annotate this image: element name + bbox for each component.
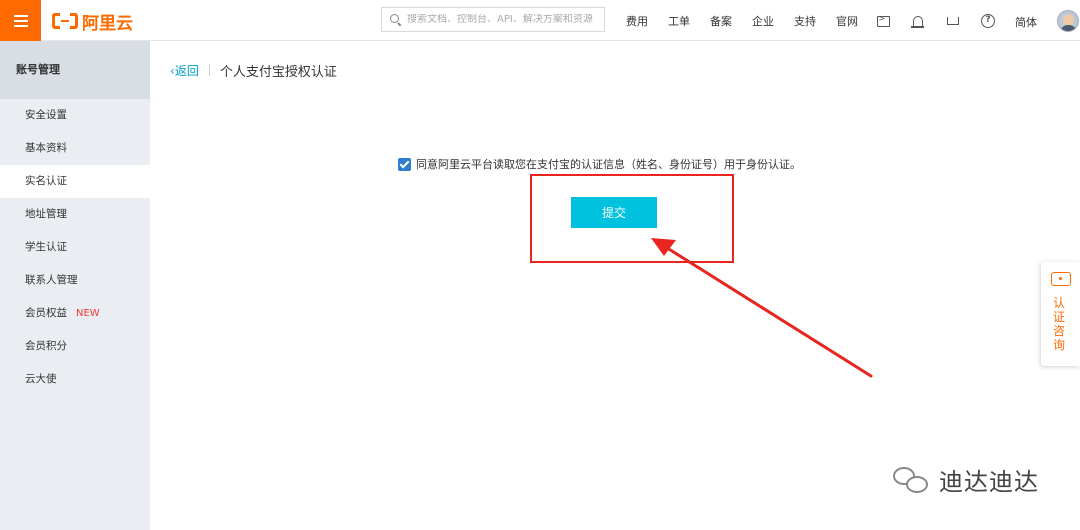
sidebar-item-label: 学生认证 [25,241,67,253]
sidebar-item-label: 会员积分 [25,340,67,352]
sidebar-item-student[interactable]: 学生认证 [0,231,150,264]
nav-tickets[interactable]: 工单 [658,13,700,29]
sidebar-item-label: 云大使 [25,373,57,385]
bell-icon[interactable] [909,12,927,30]
sidebar-item-label: 地址管理 [25,208,67,220]
consult-tab[interactable]: 认证咨询 [1041,262,1080,366]
agree-checkbox[interactable] [398,157,411,171]
sidebar-item-member-points[interactable]: 会员积分 [0,330,150,363]
chat-icon [1051,272,1071,286]
wechat-icon [893,465,931,495]
sidebar-item-security[interactable]: 安全设置 [0,99,150,132]
sidebar-item-member-benefits[interactable]: 会员权益 NEW [0,297,150,330]
nav-official-site[interactable]: 官网 [826,13,868,29]
search-input[interactable] [407,14,597,25]
sidebar-item-real-name[interactable]: 实名认证 [0,165,150,198]
sidebar-item-contacts[interactable]: 联系人管理 [0,264,150,297]
nav-billing[interactable]: 费用 [616,13,658,29]
language-switch[interactable]: 简体 [1015,14,1037,30]
aliyun-logo-icon [52,13,78,29]
cart-icon[interactable] [944,12,962,30]
top-navbar: 阿里云 费用 工单 备案 企业 支持 官网 ? 简体 [0,0,1080,41]
breadcrumb-divider [208,64,210,76]
sidebar-item-basic-info[interactable]: 基本资料 [0,132,150,165]
watermark-text: 迪达迪达 [939,468,1039,496]
page-title: 个人支付宝授权认证 [219,64,337,80]
nav-enterprise[interactable]: 企业 [742,13,784,29]
sidebar-item-label: 安全设置 [25,109,67,121]
search-icon [390,14,401,25]
menu-button[interactable] [0,0,41,41]
submit-button[interactable]: 提交 [571,197,657,228]
search-box[interactable] [381,7,605,32]
wechat-watermark: 迪达迪达 [893,462,1039,497]
hamburger-icon [13,14,28,27]
back-label: 返回 [174,63,199,78]
sidebar-item-address[interactable]: 地址管理 [0,198,150,231]
nav-support[interactable]: 支持 [784,13,826,29]
sidebar-item-cloud-ambassador[interactable]: 云大使 [0,363,150,396]
sidebar: 账号管理 安全设置 基本资料 实名认证 地址管理 学生认证 联系人管理 会员权益… [0,41,150,530]
header-nav: 费用 工单 备案 企业 支持 官网 [616,0,868,41]
back-link[interactable]: ‹返回 [170,62,199,79]
aliyun-logo[interactable]: 阿里云 [52,9,133,34]
nav-icp-filing[interactable]: 备案 [700,13,742,29]
consult-label: 认证咨询 [1053,296,1066,352]
avatar[interactable] [1057,10,1079,32]
agreement-row: 同意阿里云平台读取您在支付宝的认证信息（姓名、身份证号）用于身份认证。 [398,156,801,172]
cloud-shell-icon[interactable] [874,12,892,30]
help-icon[interactable]: ? [979,12,997,30]
annotation-arrow [651,238,873,378]
breadcrumb: ‹返回 个人支付宝授权认证 [170,62,337,80]
sidebar-item-label: 联系人管理 [25,274,78,286]
new-badge: NEW [76,308,100,319]
logo-text: 阿里云 [82,13,133,34]
sidebar-item-label: 会员权益 [25,307,67,319]
agreement-text: 同意阿里云平台读取您在支付宝的认证信息（姓名、身份证号）用于身份认证。 [416,158,801,171]
sidebar-item-label: 实名认证 [25,175,67,187]
sidebar-title: 账号管理 [0,41,150,99]
sidebar-item-label: 基本资料 [25,142,67,154]
